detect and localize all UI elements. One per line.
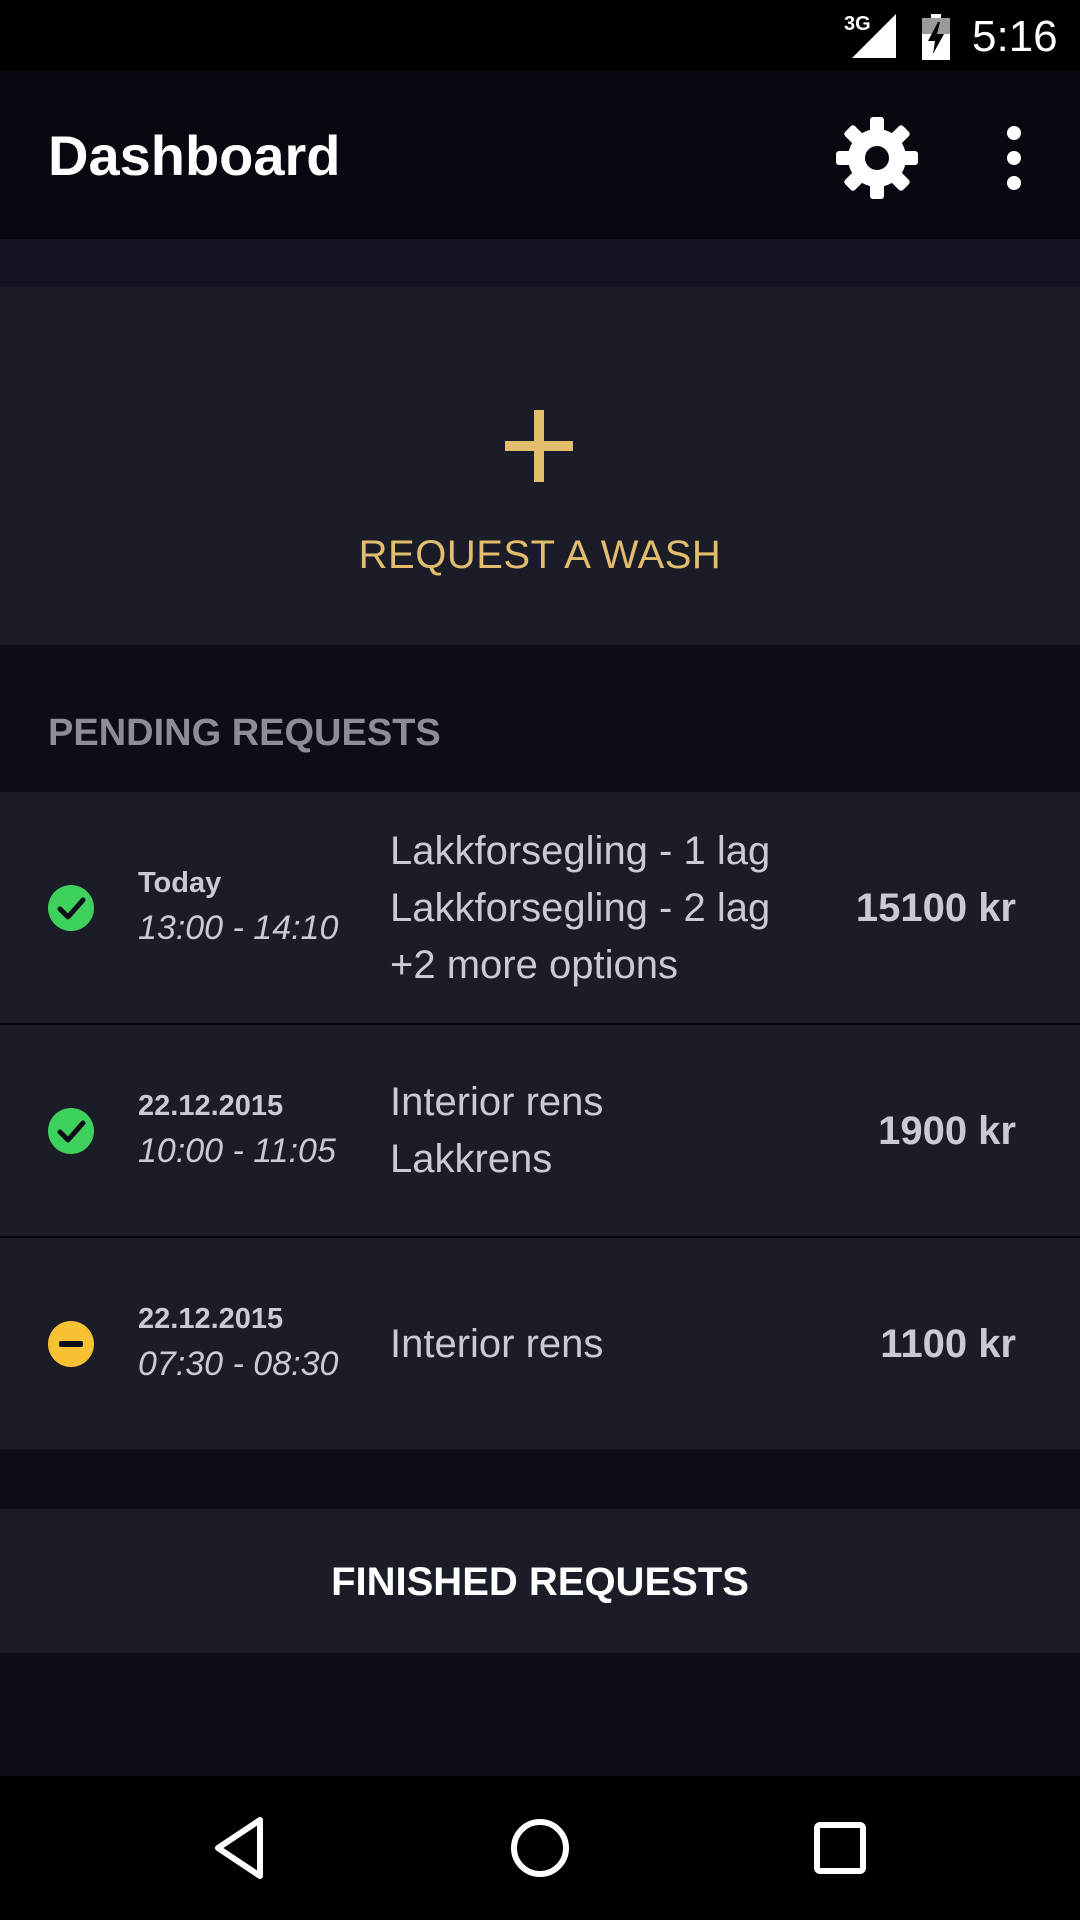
page-title: Dashboard bbox=[48, 124, 341, 187]
request-time: 07:30 - 08:30 bbox=[138, 1345, 339, 1383]
request-time: 13:00 - 14:10 bbox=[138, 909, 339, 947]
back-triangle-icon[interactable] bbox=[204, 1812, 276, 1884]
header-stripe bbox=[0, 239, 1080, 287]
check-circle-icon bbox=[48, 885, 94, 931]
request-option: Interior rens bbox=[390, 1080, 604, 1124]
minus-circle-icon bbox=[48, 1321, 94, 1367]
signal-icon bbox=[852, 14, 896, 58]
navigation-bar bbox=[0, 1776, 1080, 1920]
request-wash-label: REQUEST A WASH bbox=[358, 533, 722, 577]
dashboard-screen: 3G 5:16 Dashboard REQUEST A WASH PENDING… bbox=[0, 0, 1080, 1920]
plus-icon bbox=[505, 410, 573, 482]
finished-requests-label: FINISHED REQUESTS bbox=[331, 1560, 749, 1604]
request-option: Interior rens bbox=[390, 1322, 604, 1366]
request-price: 1900 kr bbox=[878, 1109, 1016, 1153]
pending-requests-title: PENDING REQUESTS bbox=[48, 712, 441, 754]
request-date: Today bbox=[138, 867, 222, 899]
request-option: Lakkrens bbox=[390, 1137, 553, 1181]
gear-icon[interactable] bbox=[834, 115, 920, 201]
request-date: 22.12.2015 bbox=[138, 1303, 284, 1335]
status-bar: 3G 5:16 bbox=[0, 0, 1080, 71]
request-price: 15100 kr bbox=[855, 886, 1016, 930]
request-date: 22.12.2015 bbox=[138, 1090, 284, 1122]
request-option: Lakkforsegling - 2 lag bbox=[390, 886, 771, 930]
check-circle-icon bbox=[48, 1108, 94, 1154]
request-option: Lakkforsegling - 1 lag bbox=[390, 829, 771, 873]
request-option: +2 more options bbox=[390, 943, 678, 987]
more-vert-icon[interactable] bbox=[990, 117, 1038, 199]
recents-square-icon[interactable] bbox=[804, 1812, 876, 1884]
home-circle-icon[interactable] bbox=[504, 1812, 576, 1884]
battery-charging-icon bbox=[922, 14, 950, 60]
app-bar: Dashboard bbox=[0, 71, 1080, 239]
request-time: 10:00 - 11:05 bbox=[138, 1132, 336, 1170]
request-price: 1100 kr bbox=[880, 1322, 1016, 1366]
clock: 5:16 bbox=[972, 12, 1058, 61]
